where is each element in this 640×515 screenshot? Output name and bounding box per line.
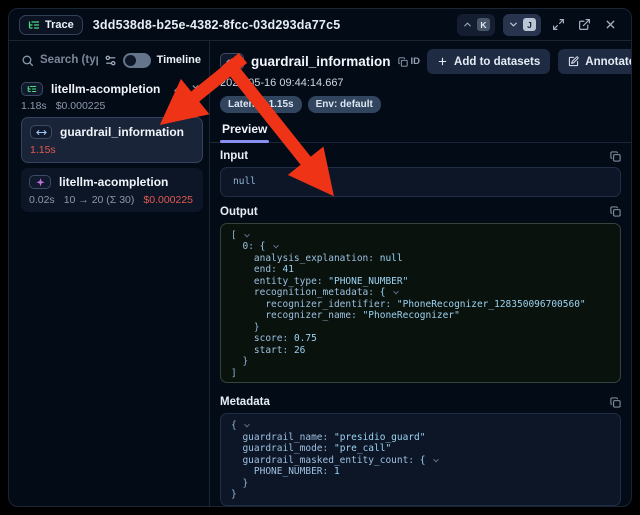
tree-item-litellm-acompletion[interactable]: litellm-acompletion 0.02s 10 → 20 (Σ 30)… xyxy=(21,168,203,212)
next-observation-button[interactable]: J xyxy=(503,14,541,36)
page-title: guardrail_information xyxy=(251,54,391,69)
annotate-button[interactable]: Annotate xyxy=(558,49,632,74)
observation-timestamp: 2025-05-16 09:44:14.667 xyxy=(220,77,621,90)
trace-badge-label: Trace xyxy=(45,19,74,31)
item-tokens: 10 → 20 (Σ 30) xyxy=(64,194,135,206)
copy-icon xyxy=(398,57,408,67)
root-latency: 1.18s xyxy=(21,100,47,112)
close-icon xyxy=(604,18,617,31)
close-button[interactable] xyxy=(601,16,619,34)
move-horizontal-icon xyxy=(226,56,238,68)
chevron-down-icon xyxy=(508,19,519,30)
maximize-icon xyxy=(552,18,565,31)
timeline-toggle[interactable] xyxy=(123,53,151,68)
tree-item-label: litellm-acompletion xyxy=(51,82,160,96)
metadata-section-label: Metadata xyxy=(220,396,270,408)
annotate-split-button: Annotate xyxy=(558,49,632,74)
copy-metadata-button[interactable] xyxy=(610,397,621,408)
kbd-j: J xyxy=(523,18,536,31)
span-icon-badge xyxy=(220,53,244,70)
trace-detail-window: Trace 3dd538d8-b25e-4382-8fcc-03d293da77… xyxy=(8,8,632,507)
copy-icon xyxy=(610,151,621,162)
expand-button[interactable] xyxy=(549,16,567,34)
output-section-label: Output xyxy=(220,206,258,218)
trace-type-badge: Trace xyxy=(19,15,83,35)
output-json-viewer[interactable]: [ 0: { analysis_explanation: null end: 4… xyxy=(220,223,621,383)
copy-id-button[interactable]: ID xyxy=(398,56,421,67)
root-cost: $0.000225 xyxy=(56,100,106,112)
edit-pencil-icon xyxy=(568,56,579,67)
copy-icon xyxy=(610,206,621,217)
copy-icon xyxy=(610,397,621,408)
trace-tree-sidebar: Search (type, titl Timeline litellm-acom… xyxy=(9,41,210,506)
latency-badge: Latency 1.15s xyxy=(220,96,302,113)
copy-input-button[interactable] xyxy=(610,151,621,162)
topbar: Trace 3dd538d8-b25e-4382-8fcc-03d293da77… xyxy=(9,9,631,41)
generation-icon-badge xyxy=(29,175,51,189)
tree-item-root-trace[interactable]: litellm-acompletion 1.18s $0.000225 xyxy=(17,82,203,112)
search-input[interactable]: Search (type, titl xyxy=(40,54,98,66)
timeline-toggle-label: Timeline xyxy=(157,54,201,66)
kbd-k: K xyxy=(477,18,490,31)
filter-settings-icon[interactable] xyxy=(104,54,117,67)
tab-preview[interactable]: Preview xyxy=(220,118,269,142)
chevron-up-icon xyxy=(462,19,473,30)
item-latency: 0.02s xyxy=(29,194,55,206)
list-tree-icon xyxy=(28,19,40,31)
external-link-icon xyxy=(578,18,591,31)
trace-icon-badge xyxy=(21,82,43,96)
open-external-button[interactable] xyxy=(575,16,593,34)
plus-icon xyxy=(437,56,448,67)
input-section-label: Input xyxy=(220,150,248,162)
environment-badge: Env: default xyxy=(308,96,381,113)
list-tree-icon xyxy=(27,84,37,94)
trace-id: 3dd538d8-b25e-4382-8fcc-03d293da77c5 xyxy=(93,18,341,32)
detail-tabs: Preview xyxy=(210,118,631,143)
copy-output-button[interactable] xyxy=(610,206,621,217)
metadata-json-viewer[interactable]: { guardrail_name: "presidio_guard" guard… xyxy=(220,413,621,506)
id-label: ID xyxy=(411,56,421,67)
tree-item-label: guardrail_information xyxy=(60,125,184,139)
add-to-datasets-button[interactable]: Add to datasets xyxy=(427,49,550,74)
span-icon-badge xyxy=(30,125,52,139)
item-latency: 1.15s xyxy=(30,144,56,156)
tree-item-label: litellm-acompletion xyxy=(59,175,168,189)
item-cost: $0.000225 xyxy=(143,194,193,206)
search-icon xyxy=(21,54,34,67)
sparkle-icon xyxy=(35,177,46,188)
move-horizontal-icon xyxy=(36,127,47,138)
collapse-all-icon[interactable] xyxy=(190,84,201,95)
input-json-viewer[interactable]: null xyxy=(220,167,621,196)
chevron-up-icon[interactable] xyxy=(172,84,183,95)
prev-observation-button[interactable]: K xyxy=(457,14,495,36)
observation-detail-panel: guardrail_information ID Add to datasets… xyxy=(210,41,631,506)
tree-item-guardrail-information[interactable]: guardrail_information 1.15s xyxy=(21,117,203,163)
